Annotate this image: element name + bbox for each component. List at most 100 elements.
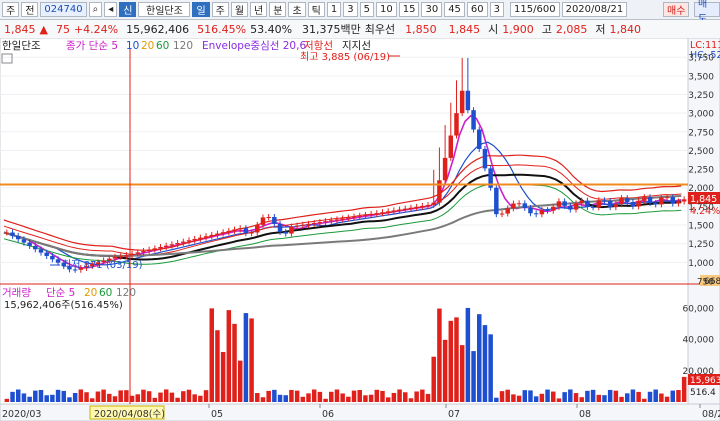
candle-body [442, 157, 448, 181]
volume-bar [135, 394, 140, 402]
period-minute-button[interactable]: 분 [269, 2, 287, 17]
candle-body [226, 230, 232, 233]
interval-5-button[interactable]: 5 [359, 2, 374, 17]
candle-body [27, 242, 32, 246]
candle-body [334, 219, 340, 221]
volume-bar [459, 345, 465, 402]
sell-button[interactable]: 매도 [694, 0, 720, 25]
candle-body [471, 110, 476, 130]
volume-bar [397, 389, 402, 402]
candle-body [545, 210, 550, 212]
page-counter: 115/600 [510, 2, 560, 17]
period-year-button[interactable]: 년 [250, 2, 268, 17]
interval-1-button[interactable]: 1 [326, 2, 342, 17]
candle-body [146, 249, 152, 252]
price-tick-label: 2,000 [688, 184, 714, 194]
candle-body [664, 197, 670, 199]
candle-body [568, 205, 573, 210]
stock-name-field[interactable]: 한일단조 [138, 2, 191, 17]
stock-code-input[interactable]: 024740 [40, 2, 87, 17]
candle-body [647, 197, 653, 204]
volume-bar [494, 397, 499, 402]
candle-body [465, 90, 471, 111]
interval-custom-select[interactable]: 3 [489, 2, 505, 17]
candle-body [368, 214, 374, 216]
date-field[interactable]: 2020/08/21 [561, 2, 628, 17]
period-month-button[interactable]: 월 [230, 2, 249, 17]
menu-button[interactable]: 주 [2, 2, 20, 17]
period-day-button[interactable]: 일 [192, 2, 210, 17]
price-tick-label: 1,500 [688, 222, 714, 232]
interval-3-button[interactable]: 3 [343, 2, 358, 17]
volume-bar [477, 314, 482, 402]
volume-bar [158, 392, 163, 402]
candle-body [44, 252, 49, 257]
date-axis-label: 08/21 [702, 409, 720, 420]
interval-10-button[interactable]: 10 [375, 2, 397, 17]
candle-body [232, 229, 237, 231]
search-icon[interactable]: ⌕ [88, 2, 103, 17]
volume-bar [516, 395, 522, 402]
candle-body [300, 224, 306, 226]
volume-bar [220, 352, 226, 402]
volume-current-text: 15,962,406주(516.45%) [4, 300, 123, 311]
candle-body [556, 201, 562, 207]
stock-chart[interactable]: 한일단조 종가 단순 5 10 20 60 120 Envelope중심선 20… [0, 38, 720, 421]
date-axis-label: 06 [322, 409, 334, 420]
volume-bar [67, 397, 72, 402]
candle-body [50, 256, 55, 260]
volume-bar [15, 389, 21, 402]
candle-body [112, 256, 118, 259]
volume-bar [420, 389, 425, 402]
candle-body [141, 251, 146, 253]
period-tick-button[interactable]: 틱 [307, 2, 325, 17]
period-week-button[interactable]: 주 [211, 2, 229, 17]
volume-bar [163, 389, 169, 402]
volume-bar [659, 393, 664, 402]
volume-legend-ma60: 60 [99, 287, 112, 299]
period-second-button[interactable]: 초 [288, 2, 306, 17]
volume-bar [226, 310, 232, 402]
price-tick-label: 750 [697, 278, 714, 288]
volume-bar [38, 389, 44, 402]
volume-legend-ma120: 120 [116, 287, 136, 299]
candle-body [505, 208, 510, 214]
nav-prev-icon[interactable]: ◂ [104, 2, 118, 17]
volume-bar [266, 390, 271, 402]
candle-body [551, 206, 556, 211]
candle-body [454, 113, 459, 136]
candle-body [636, 200, 641, 207]
mode-select[interactable]: 전 [21, 2, 39, 17]
volume-bar [44, 395, 49, 402]
low-label: 저 [595, 23, 606, 36]
interval-15-button[interactable]: 15 [398, 2, 420, 17]
volume-value: 15,962,406 [126, 22, 190, 36]
candle-body [277, 223, 283, 232]
volume-bar [55, 389, 61, 402]
volume-bar [4, 398, 10, 402]
high-annotation: 최고 3,885 (06/19) [300, 51, 390, 63]
candle-body [158, 246, 163, 249]
price-panel[interactable] [0, 38, 689, 285]
interval-60-button[interactable]: 60 [466, 2, 488, 17]
volume-bar [33, 390, 38, 402]
volume-bar [169, 392, 175, 402]
volume-bar [511, 394, 516, 402]
date-axis-label: 08 [579, 409, 591, 420]
candle-body [624, 198, 630, 202]
volume-bar [505, 389, 510, 402]
volume-bar [403, 392, 408, 402]
interval-30-button[interactable]: 30 [421, 2, 443, 17]
open-price: 1,900 [502, 22, 534, 36]
buy-button[interactable]: 매수 [663, 2, 690, 17]
interval-45-button[interactable]: 45 [444, 2, 465, 17]
volume-bar [272, 389, 277, 402]
volume-bar [294, 390, 300, 402]
volume-bar [289, 389, 294, 402]
volume-bar [232, 323, 237, 402]
volume-bar [545, 389, 550, 402]
volume-bar [340, 393, 345, 402]
volume-bar [551, 391, 556, 402]
legend-stock-name: 한일단조 [2, 39, 41, 52]
price-tick-label: 3,750 [688, 54, 714, 64]
